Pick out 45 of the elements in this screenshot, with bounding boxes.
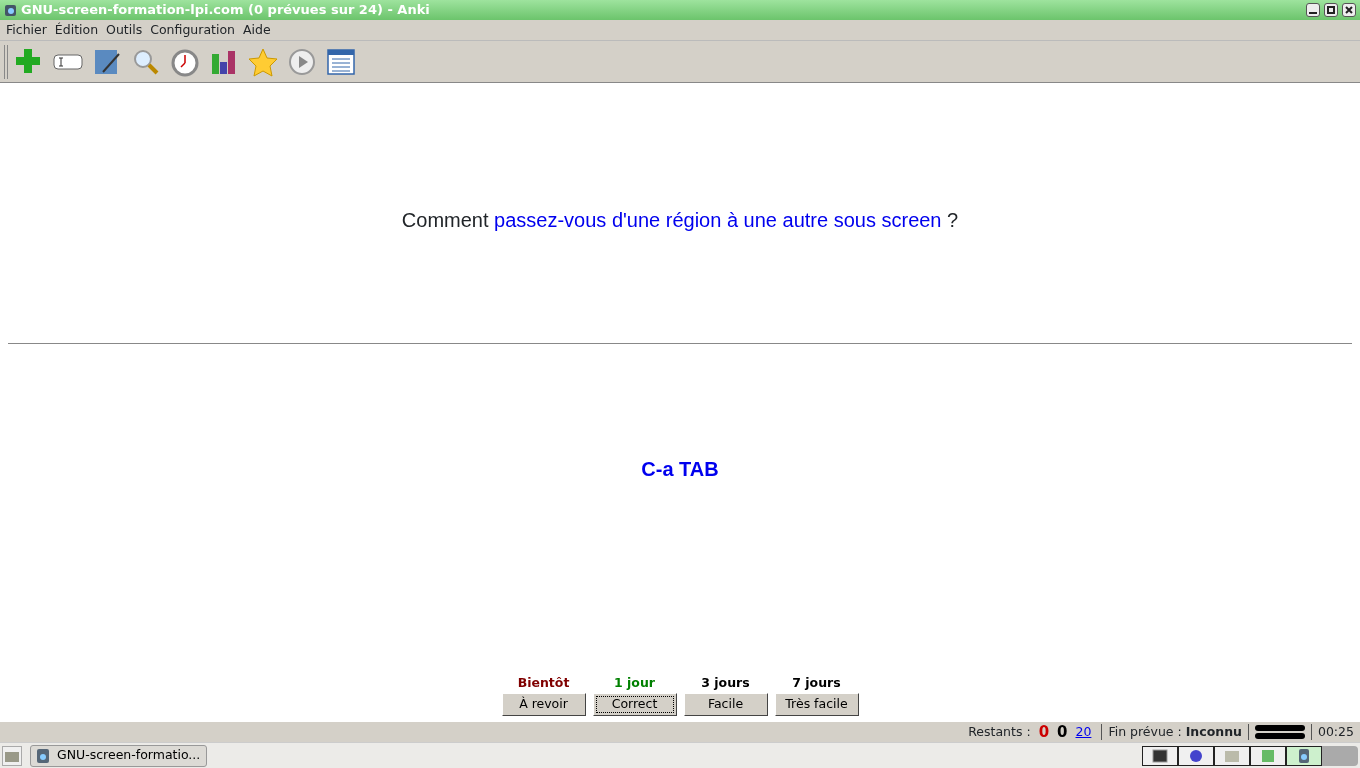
tray-button[interactable] bbox=[1178, 745, 1214, 766]
menu-item[interactable]: Configuration bbox=[146, 20, 239, 40]
app-icon bbox=[1296, 748, 1312, 763]
remaining-link[interactable]: 20 bbox=[1075, 722, 1092, 742]
app-icon bbox=[37, 748, 49, 763]
menu-item[interactable]: Fichier bbox=[2, 20, 51, 40]
progress-bars-drawing bbox=[1254, 725, 1305, 739]
interval-label: 3 jours bbox=[701, 674, 750, 693]
close-icon bbox=[1345, 6, 1353, 14]
answer-text: C-a TAB bbox=[640, 457, 720, 482]
answer-button[interactable]: À revoir bbox=[501, 693, 586, 716]
interval-label: 7 jours bbox=[792, 674, 841, 693]
close-button[interactable] bbox=[1342, 3, 1356, 17]
tray-button[interactable] bbox=[1286, 745, 1322, 766]
answer-button[interactable]: Facile bbox=[683, 693, 768, 716]
tray-panel-end bbox=[1322, 745, 1358, 766]
minimize-button[interactable] bbox=[1306, 3, 1320, 17]
app-icon bbox=[4, 3, 17, 17]
terminal-icon bbox=[1152, 748, 1168, 763]
interval-label: Bientôt bbox=[517, 674, 570, 693]
interval-label: 1 jour bbox=[614, 674, 655, 693]
eta-label: Fin prévue : bbox=[1108, 722, 1183, 741]
maximize-icon bbox=[1327, 6, 1335, 14]
menu-item[interactable]: Aide bbox=[239, 20, 275, 40]
remaining-count: 0 bbox=[1038, 723, 1050, 741]
show-desktop-button[interactable] bbox=[2, 745, 22, 766]
menu-item[interactable]: Édition bbox=[50, 20, 103, 40]
image-icon bbox=[1260, 748, 1276, 763]
question-text: Comment passez-vous d'une région à une autre sous screen ? bbox=[400, 208, 960, 233]
taskbar-button[interactable]: GNU-screen-formatio... bbox=[30, 744, 208, 767]
maximize-button[interactable] bbox=[1324, 3, 1338, 17]
clock-text: 00:25 bbox=[1317, 722, 1354, 741]
remaining-count: 0 bbox=[1057, 723, 1068, 741]
tray-button[interactable] bbox=[1214, 745, 1250, 766]
window-title: GNU-screen-formation-lpi.com (0 prévues sur 24) - Anki bbox=[21, 1, 430, 20]
folder-icon bbox=[1224, 748, 1240, 763]
tray-button[interactable] bbox=[1142, 745, 1178, 766]
eta-value: Inconnu bbox=[1185, 722, 1242, 741]
tray-button[interactable] bbox=[1250, 745, 1286, 766]
answer-button[interactable]: Très facile bbox=[774, 693, 859, 716]
answer-button[interactable]: Correct bbox=[592, 693, 677, 716]
folder-icon bbox=[5, 749, 19, 762]
globe-icon bbox=[1188, 748, 1204, 763]
remaining-label: Restants : bbox=[968, 722, 1031, 741]
menu-item[interactable]: Outils bbox=[102, 20, 147, 40]
